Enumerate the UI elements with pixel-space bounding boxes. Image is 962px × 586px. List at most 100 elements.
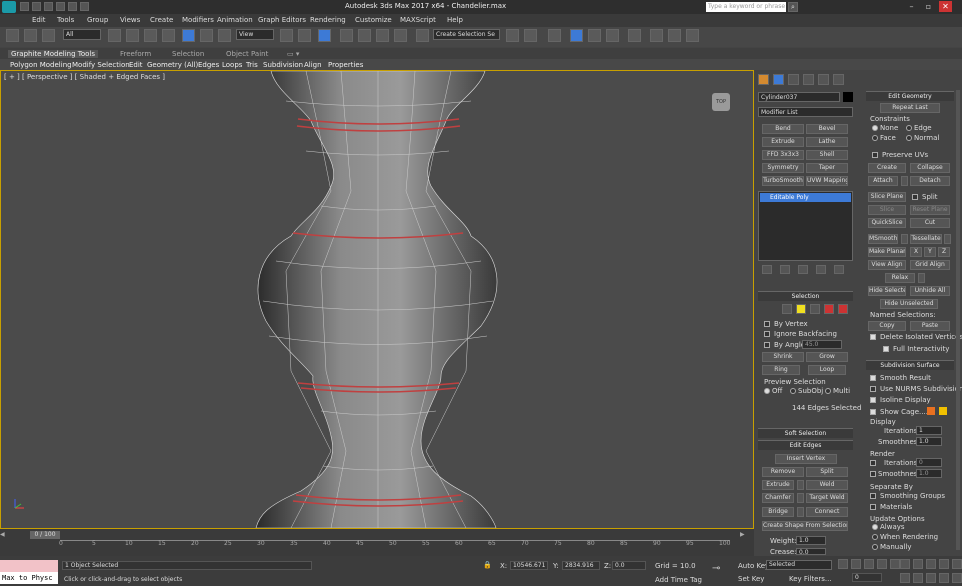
smoothing-groups-checkbox[interactable] <box>870 493 876 499</box>
shell-button[interactable]: Shell <box>806 150 848 160</box>
select-scale-icon[interactable] <box>218 29 231 42</box>
remove-modifier-icon[interactable] <box>816 265 826 274</box>
chamfer-button[interactable]: Chamfer <box>762 493 794 503</box>
previous-frame-icon[interactable] <box>851 559 861 569</box>
new-file-icon[interactable] <box>20 2 29 11</box>
reference-coordinate-dropdown[interactable]: View <box>236 29 274 40</box>
rectangular-selection-icon[interactable] <box>144 29 157 42</box>
vertex-level-icon[interactable] <box>782 304 792 314</box>
attach-list-button[interactable] <box>901 176 908 186</box>
set-key-label[interactable]: Set Key <box>738 575 764 583</box>
update-when-rendering-radio[interactable] <box>872 534 878 540</box>
snaps-toggle-icon[interactable] <box>340 29 353 42</box>
panel-edit[interactable]: Edit <box>129 61 143 69</box>
select-manipulate-icon[interactable] <box>298 29 311 42</box>
constraint-edge-radio[interactable] <box>906 125 912 131</box>
panel-align[interactable]: Align <box>304 61 322 69</box>
menu-create[interactable]: Create <box>150 16 173 24</box>
render-smoothness-checkbox[interactable] <box>870 471 876 477</box>
preview-multi-radio[interactable] <box>825 388 831 394</box>
command-panel-scrollbar[interactable] <box>956 90 960 550</box>
edit-named-selection-icon[interactable] <box>416 29 429 42</box>
zoom-extents-icon[interactable] <box>926 559 936 569</box>
connect-button[interactable]: Connect <box>806 507 848 517</box>
constraint-face-radio[interactable] <box>872 135 878 141</box>
maxscript-mini-listener[interactable]: Max to Physc <box>0 572 58 584</box>
make-unique-icon[interactable] <box>798 265 808 274</box>
redo-icon[interactable] <box>68 2 77 11</box>
menu-maxscript[interactable]: MAXScript <box>400 16 436 24</box>
loop-button[interactable]: Loop <box>808 365 846 375</box>
menu-views[interactable]: Views <box>120 16 140 24</box>
preview-off-radio[interactable] <box>764 388 770 394</box>
ring-button[interactable]: Ring <box>762 365 800 375</box>
angle-spinner[interactable]: 45.0 <box>802 340 842 349</box>
bind-space-warp-icon[interactable] <box>42 29 55 42</box>
pin-stack-icon[interactable] <box>762 265 772 274</box>
repeat-last-button[interactable]: Repeat Last <box>880 103 940 113</box>
unhide-all-button[interactable]: Unhide All <box>910 286 950 296</box>
open-file-icon[interactable] <box>32 2 41 11</box>
bridge-button[interactable]: Bridge <box>762 507 794 517</box>
materials-checkbox[interactable] <box>870 504 876 510</box>
extrude-settings-button[interactable] <box>797 480 804 490</box>
symmetry-button[interactable]: Symmetry <box>762 163 804 173</box>
app-logo-icon[interactable] <box>2 1 16 13</box>
cage-color-swatch-1[interactable] <box>927 407 935 415</box>
perspective-viewport[interactable] <box>0 70 754 529</box>
uvw-mapping-button[interactable]: UVW Mapping Cle <box>806 176 848 186</box>
preserve-uvs-checkbox[interactable] <box>872 152 878 158</box>
tessellate-button[interactable]: Tessellate <box>910 234 942 244</box>
project-folder-icon[interactable] <box>80 2 89 11</box>
ribbon-options-icon[interactable]: ▭ ▾ <box>287 50 299 58</box>
menu-rendering[interactable]: Rendering <box>310 16 346 24</box>
reset-plane-button[interactable]: Reset Plane <box>910 205 950 215</box>
stack-item-editable-poly[interactable]: Editable Poly <box>760 193 851 202</box>
bevel-button[interactable]: Bevel <box>806 124 848 134</box>
timeline-prev-icon[interactable]: ◀ <box>0 531 10 539</box>
play-icon[interactable] <box>864 559 874 569</box>
timeline[interactable] <box>0 529 754 556</box>
preview-subobj-radio[interactable] <box>790 388 796 394</box>
schematic-view-icon[interactable] <box>606 29 619 42</box>
slice-plane-button[interactable]: Slice Plane <box>868 192 906 202</box>
quickslice-button[interactable]: QuickSlice <box>868 218 906 228</box>
keyboard-shortcut-override-icon[interactable] <box>318 29 331 42</box>
scene-explorer-icon[interactable] <box>548 29 561 42</box>
display-smoothness-spinner[interactable]: 1.0 <box>916 437 942 446</box>
hide-unselected-button[interactable]: Hide Unselected <box>880 299 938 309</box>
viewport-label[interactable]: [ + ] [ Perspective ] [ Shaded + Edged F… <box>4 73 165 81</box>
configure-sets-icon[interactable] <box>834 265 844 274</box>
time-slider[interactable]: 0 / 100 <box>30 531 60 539</box>
chamfer-settings-button[interactable] <box>797 493 804 503</box>
search-input[interactable]: Type a keyword or phrase <box>706 2 786 12</box>
maximize-button[interactable]: ▫ <box>922 1 935 12</box>
cut-button[interactable]: Cut <box>910 218 950 228</box>
grow-button[interactable]: Grow <box>806 352 848 362</box>
panel-subdivision[interactable]: Subdivision <box>263 61 303 69</box>
insert-vertex-button[interactable]: Insert Vertex <box>775 454 837 464</box>
named-selection-dropdown[interactable]: Create Selection Se <box>433 29 500 40</box>
select-link-icon[interactable] <box>24 29 37 42</box>
menu-customize[interactable]: Customize <box>355 16 392 24</box>
go-to-start-icon[interactable] <box>838 559 848 569</box>
viewcube[interactable]: TOP <box>712 93 730 111</box>
relax-button[interactable]: Relax <box>885 273 915 283</box>
align-icon[interactable] <box>524 29 537 42</box>
slice-button[interactable]: Slice <box>868 205 906 215</box>
object-name-field[interactable]: Cylinder037 <box>758 92 840 102</box>
panel-modify-selection[interactable]: Modify Selection <box>72 61 130 69</box>
planar-x-button[interactable]: X <box>910 247 922 257</box>
bend-button[interactable]: Bend <box>762 124 804 134</box>
panel-polygon-modeling[interactable]: Polygon Modeling <box>10 61 72 69</box>
split-edge-button[interactable]: Split <box>806 467 848 477</box>
menu-help[interactable]: Help <box>447 16 463 24</box>
update-always-radio[interactable] <box>872 524 878 530</box>
selection-rollout-header[interactable]: Selection <box>758 291 853 301</box>
collapse-button[interactable]: Collapse <box>910 163 950 173</box>
key-icon[interactable]: ⊸ <box>712 563 734 579</box>
select-object-icon[interactable] <box>108 29 121 42</box>
x-coord-field[interactable]: 10546.671 <box>510 561 548 570</box>
close-button[interactable]: ✕ <box>939 1 952 12</box>
ffd-button[interactable]: FFD 3x3x3 <box>762 150 804 160</box>
